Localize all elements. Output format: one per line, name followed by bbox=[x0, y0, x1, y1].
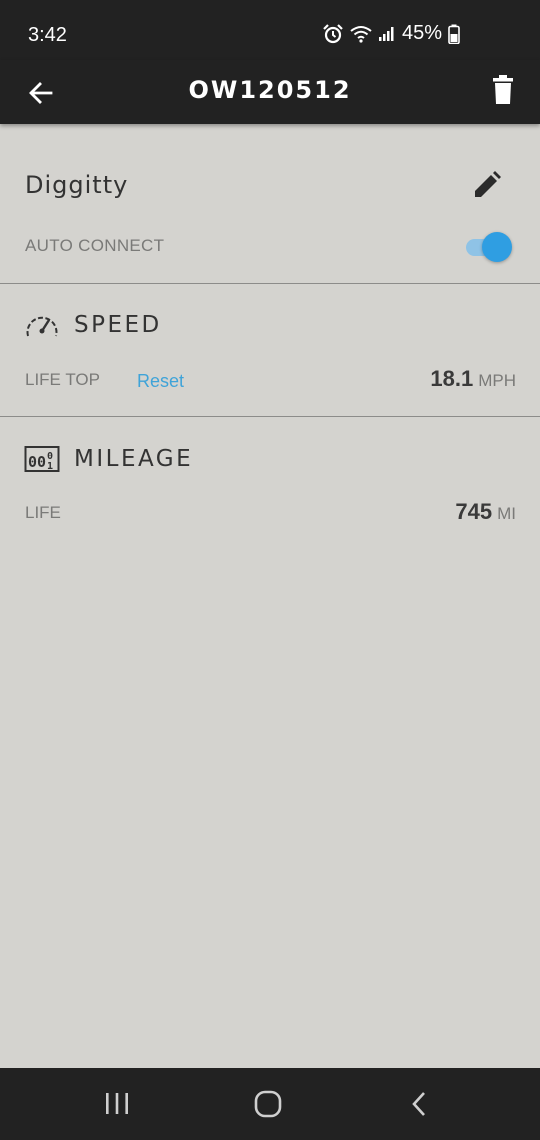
home-icon bbox=[254, 1090, 282, 1118]
status-time: 3:42 bbox=[28, 24, 67, 46]
life-top-label: LIFE TOP bbox=[25, 370, 100, 389]
battery-icon bbox=[448, 24, 460, 44]
page-title: OW120512 bbox=[188, 76, 352, 104]
status-icons: 45% bbox=[322, 22, 460, 45]
svg-text:00: 00 bbox=[28, 453, 46, 471]
mileage-title: MILEAGE bbox=[74, 446, 194, 472]
speed-header: SPEED bbox=[24, 310, 162, 340]
alarm-icon bbox=[322, 23, 344, 45]
status-bar: 3:42 45% bbox=[0, 0, 540, 60]
delete-button[interactable] bbox=[488, 74, 518, 108]
pencil-icon bbox=[475, 171, 501, 197]
edit-name-button[interactable] bbox=[472, 170, 502, 200]
mileage-header: 00 0 1 MILEAGE bbox=[24, 444, 193, 474]
top-speed-value: 18.1 MPH bbox=[430, 366, 516, 392]
nav-back-button[interactable] bbox=[403, 1088, 437, 1120]
board-name: Diggitty bbox=[25, 171, 129, 199]
home-button[interactable] bbox=[251, 1088, 285, 1120]
svg-text:1: 1 bbox=[47, 461, 53, 472]
recents-icon bbox=[106, 1093, 128, 1114]
speed-section: SPEED LIFE TOP Reset 18.1 MPH bbox=[0, 284, 540, 417]
life-mileage-number: 745 bbox=[455, 499, 493, 524]
life-label: LIFE bbox=[25, 503, 61, 522]
odometer-icon: 00 0 1 bbox=[24, 446, 60, 472]
top-speed-number: 18.1 bbox=[430, 366, 474, 391]
life-mileage-value: 745 MI bbox=[455, 499, 516, 525]
back-icon bbox=[412, 1092, 425, 1116]
board-section: Diggitty AUTO CONNECT bbox=[0, 124, 540, 284]
life-mileage-unit: MI bbox=[497, 504, 516, 523]
app-bar: OW120512 bbox=[0, 60, 540, 124]
reset-link[interactable]: Reset bbox=[137, 371, 184, 392]
wifi-icon bbox=[350, 25, 372, 43]
auto-connect-toggle[interactable] bbox=[462, 232, 512, 262]
system-nav-bar bbox=[0, 1068, 540, 1140]
signal-icon bbox=[378, 26, 396, 42]
recents-button[interactable] bbox=[100, 1088, 134, 1120]
battery-percent: 45% bbox=[401, 22, 442, 44]
auto-connect-label: AUTO CONNECT bbox=[25, 236, 165, 255]
speed-title: SPEED bbox=[74, 312, 162, 338]
speedometer-icon bbox=[26, 316, 58, 337]
trash-icon bbox=[493, 75, 513, 104]
mileage-section: 00 0 1 MILEAGE LIFE 745 MI bbox=[0, 417, 540, 547]
top-speed-unit: MPH bbox=[478, 371, 516, 390]
toggle-knob bbox=[482, 232, 512, 262]
